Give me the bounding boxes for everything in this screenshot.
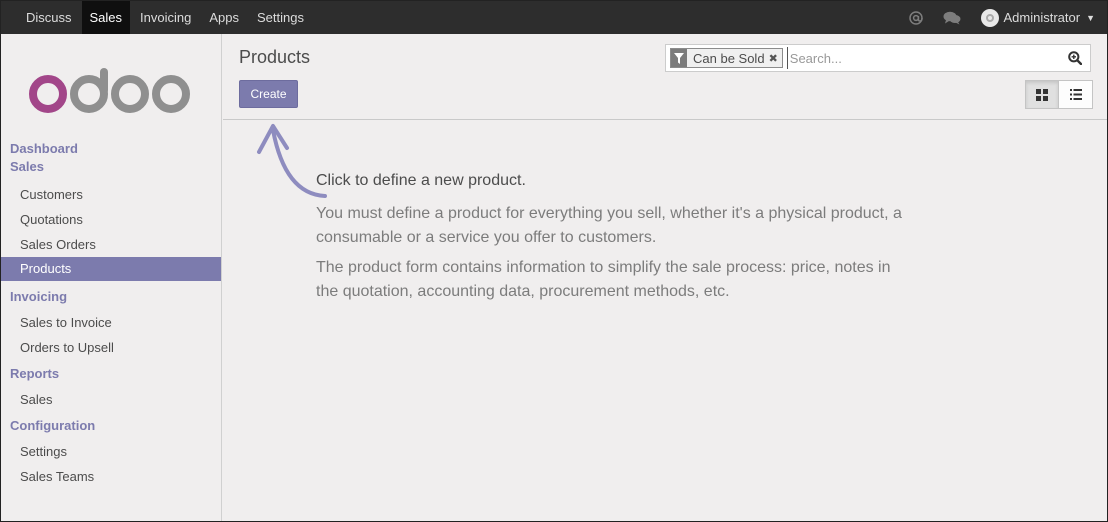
sidebar-section-dashboard[interactable]: Dashboard [1,140,221,158]
at-icon[interactable] [908,10,923,25]
menu-item-discuss[interactable]: Discuss [18,1,80,34]
sidebar-item-settings[interactable]: Settings [1,439,221,464]
remove-facet-icon[interactable]: ✖ [769,52,782,65]
sidebar-section-reports[interactable]: Reports [1,365,221,383]
user-menu[interactable]: Administrator ▼ [980,8,1095,27]
menu-item-invoicing[interactable]: Invoicing [132,1,199,34]
app-menu: Discuss Sales Invoicing Apps Settings [17,1,313,34]
sidebar-item-quotations[interactable]: Quotations [1,207,221,232]
top-navbar: Discuss Sales Invoicing Apps Settings Ad… [1,1,1107,34]
sidebar-item-reports-sales[interactable]: Sales [1,387,221,412]
menu-item-settings[interactable]: Settings [249,1,312,34]
create-button[interactable]: Create [239,80,298,108]
facet-label: Can be Sold [693,50,765,66]
view-switcher [1025,80,1093,109]
list-icon [1069,89,1082,100]
sidebar-nav: Dashboard Sales Customers Quotations Sal… [1,140,221,489]
sidebar-item-products[interactable]: Products [1,257,221,281]
sidebar-item-sales-orders[interactable]: Sales Orders [1,232,221,257]
main-content: Products Create Can be Sold ✖ Search... … [223,34,1107,521]
sidebar-item-sales-teams[interactable]: Sales Teams [1,464,221,489]
kanban-view-button[interactable] [1025,80,1059,109]
sidebar: Dashboard Sales Customers Quotations Sal… [1,34,222,521]
sidebar-item-sales-to-invoice[interactable]: Sales to Invoice [1,310,221,335]
sidebar-item-customers[interactable]: Customers [1,182,221,207]
sidebar-section-invoicing[interactable]: Invoicing [1,288,221,306]
user-name: Administrator [1003,10,1081,25]
kanban-icon [1036,88,1048,101]
menu-item-apps[interactable]: Apps [201,1,247,34]
sidebar-item-orders-to-upsell[interactable]: Orders to Upsell [1,335,221,360]
search-facet: Can be Sold ✖ [670,48,783,68]
search-icon[interactable] [1064,51,1086,65]
sidebar-section-configuration[interactable]: Configuration [1,417,221,435]
helper-paragraph: The product form contains information to… [316,259,891,300]
helper-title[interactable]: Click to define a new product. [316,172,916,190]
menu-item-sales[interactable]: Sales [81,1,131,34]
odoo-logo[interactable] [27,66,197,119]
helper-paragraph: You must define a product for everything… [316,205,902,246]
empty-state-helper: Click to define a new product. You must … [316,172,916,310]
search-input[interactable] [786,47,1064,69]
topbar-right: Administrator ▼ [908,1,1108,34]
filter-icon [671,49,687,67]
chat-icon[interactable] [943,11,961,25]
avatar [980,8,999,27]
breadcrumb: Products [239,47,311,67]
sidebar-section-sales[interactable]: Sales [1,158,221,176]
list-view-button[interactable] [1059,80,1093,109]
control-panel: Products Create Can be Sold ✖ [223,34,1107,120]
caret-down-icon: ▼ [1086,12,1095,23]
search-view[interactable]: Can be Sold ✖ [665,44,1091,72]
